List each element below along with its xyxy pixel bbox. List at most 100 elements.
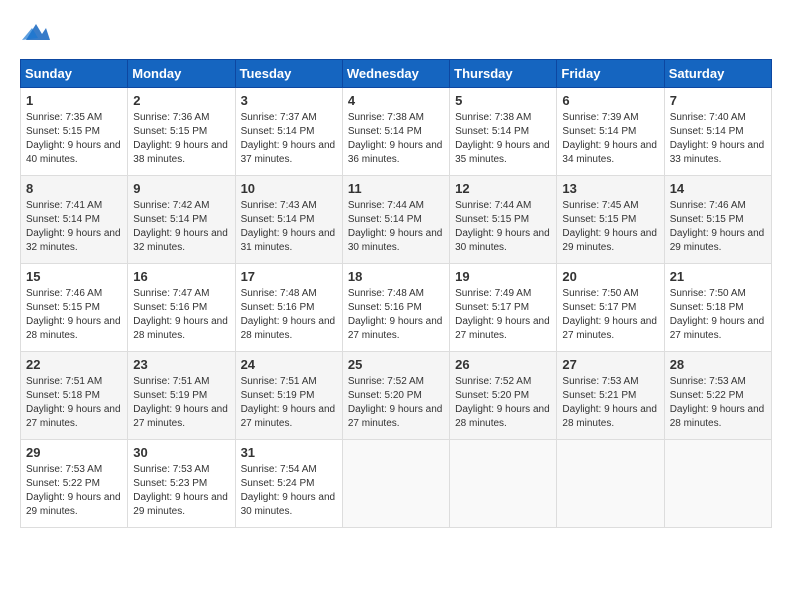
calendar-week-3: 15 Sunrise: 7:46 AM Sunset: 5:15 PM Dayl… [21, 264, 772, 352]
day-number: 24 [241, 357, 337, 372]
logo [20, 20, 54, 49]
calendar-day-1: 1 Sunrise: 7:35 AM Sunset: 5:15 PM Dayli… [21, 88, 128, 176]
calendar-day-9: 9 Sunrise: 7:42 AM Sunset: 5:14 PM Dayli… [128, 176, 235, 264]
calendar-day-23: 23 Sunrise: 7:51 AM Sunset: 5:19 PM Dayl… [128, 352, 235, 440]
empty-cell [342, 440, 449, 528]
calendar-body: 1 Sunrise: 7:35 AM Sunset: 5:15 PM Dayli… [21, 88, 772, 528]
day-number: 26 [455, 357, 551, 372]
calendar-day-8: 8 Sunrise: 7:41 AM Sunset: 5:14 PM Dayli… [21, 176, 128, 264]
day-info: Sunrise: 7:53 AM Sunset: 5:23 PM Dayligh… [133, 463, 229, 519]
day-info: Sunrise: 7:50 AM Sunset: 5:17 PM Dayligh… [562, 287, 658, 343]
day-number: 15 [26, 269, 122, 284]
day-info: Sunrise: 7:39 AM Sunset: 5:14 PM Dayligh… [562, 111, 658, 167]
calendar-header-thursday: Thursday [450, 60, 557, 88]
calendar-header-tuesday: Tuesday [235, 60, 342, 88]
day-info: Sunrise: 7:52 AM Sunset: 5:20 PM Dayligh… [455, 375, 551, 431]
calendar-week-1: 1 Sunrise: 7:35 AM Sunset: 5:15 PM Dayli… [21, 88, 772, 176]
day-number: 27 [562, 357, 658, 372]
day-number: 7 [670, 93, 766, 108]
day-number: 14 [670, 181, 766, 196]
day-info: Sunrise: 7:44 AM Sunset: 5:15 PM Dayligh… [455, 199, 551, 255]
calendar-day-25: 25 Sunrise: 7:52 AM Sunset: 5:20 PM Dayl… [342, 352, 449, 440]
day-info: Sunrise: 7:44 AM Sunset: 5:14 PM Dayligh… [348, 199, 444, 255]
calendar-day-6: 6 Sunrise: 7:39 AM Sunset: 5:14 PM Dayli… [557, 88, 664, 176]
day-info: Sunrise: 7:46 AM Sunset: 5:15 PM Dayligh… [670, 199, 766, 255]
day-number: 4 [348, 93, 444, 108]
calendar-day-11: 11 Sunrise: 7:44 AM Sunset: 5:14 PM Dayl… [342, 176, 449, 264]
day-number: 18 [348, 269, 444, 284]
calendar-day-14: 14 Sunrise: 7:46 AM Sunset: 5:15 PM Dayl… [664, 176, 771, 264]
day-number: 17 [241, 269, 337, 284]
day-number: 25 [348, 357, 444, 372]
day-info: Sunrise: 7:40 AM Sunset: 5:14 PM Dayligh… [670, 111, 766, 167]
calendar-day-20: 20 Sunrise: 7:50 AM Sunset: 5:17 PM Dayl… [557, 264, 664, 352]
empty-cell [450, 440, 557, 528]
calendar-day-29: 29 Sunrise: 7:53 AM Sunset: 5:22 PM Dayl… [21, 440, 128, 528]
calendar-header-monday: Monday [128, 60, 235, 88]
day-info: Sunrise: 7:46 AM Sunset: 5:15 PM Dayligh… [26, 287, 122, 343]
day-number: 5 [455, 93, 551, 108]
day-number: 28 [670, 357, 766, 372]
day-info: Sunrise: 7:53 AM Sunset: 5:22 PM Dayligh… [670, 375, 766, 431]
calendar-day-2: 2 Sunrise: 7:36 AM Sunset: 5:15 PM Dayli… [128, 88, 235, 176]
calendar-header-saturday: Saturday [664, 60, 771, 88]
calendar-day-15: 15 Sunrise: 7:46 AM Sunset: 5:15 PM Dayl… [21, 264, 128, 352]
day-info: Sunrise: 7:38 AM Sunset: 5:14 PM Dayligh… [455, 111, 551, 167]
calendar-day-7: 7 Sunrise: 7:40 AM Sunset: 5:14 PM Dayli… [664, 88, 771, 176]
day-info: Sunrise: 7:47 AM Sunset: 5:16 PM Dayligh… [133, 287, 229, 343]
calendar-day-28: 28 Sunrise: 7:53 AM Sunset: 5:22 PM Dayl… [664, 352, 771, 440]
empty-cell [664, 440, 771, 528]
calendar-day-27: 27 Sunrise: 7:53 AM Sunset: 5:21 PM Dayl… [557, 352, 664, 440]
day-info: Sunrise: 7:36 AM Sunset: 5:15 PM Dayligh… [133, 111, 229, 167]
day-number: 1 [26, 93, 122, 108]
calendar-day-10: 10 Sunrise: 7:43 AM Sunset: 5:14 PM Dayl… [235, 176, 342, 264]
day-number: 6 [562, 93, 658, 108]
day-number: 8 [26, 181, 122, 196]
day-info: Sunrise: 7:51 AM Sunset: 5:18 PM Dayligh… [26, 375, 122, 431]
day-info: Sunrise: 7:38 AM Sunset: 5:14 PM Dayligh… [348, 111, 444, 167]
day-number: 10 [241, 181, 337, 196]
calendar-week-4: 22 Sunrise: 7:51 AM Sunset: 5:18 PM Dayl… [21, 352, 772, 440]
day-number: 13 [562, 181, 658, 196]
day-info: Sunrise: 7:51 AM Sunset: 5:19 PM Dayligh… [133, 375, 229, 431]
day-number: 3 [241, 93, 337, 108]
day-info: Sunrise: 7:54 AM Sunset: 5:24 PM Dayligh… [241, 463, 337, 519]
logo-bird-icon [22, 20, 50, 44]
calendar-day-22: 22 Sunrise: 7:51 AM Sunset: 5:18 PM Dayl… [21, 352, 128, 440]
calendar-day-13: 13 Sunrise: 7:45 AM Sunset: 5:15 PM Dayl… [557, 176, 664, 264]
day-info: Sunrise: 7:45 AM Sunset: 5:15 PM Dayligh… [562, 199, 658, 255]
calendar-week-2: 8 Sunrise: 7:41 AM Sunset: 5:14 PM Dayli… [21, 176, 772, 264]
calendar-day-30: 30 Sunrise: 7:53 AM Sunset: 5:23 PM Dayl… [128, 440, 235, 528]
day-info: Sunrise: 7:35 AM Sunset: 5:15 PM Dayligh… [26, 111, 122, 167]
day-info: Sunrise: 7:50 AM Sunset: 5:18 PM Dayligh… [670, 287, 766, 343]
day-info: Sunrise: 7:51 AM Sunset: 5:19 PM Dayligh… [241, 375, 337, 431]
calendar-header-row: SundayMondayTuesdayWednesdayThursdayFrid… [21, 60, 772, 88]
day-info: Sunrise: 7:48 AM Sunset: 5:16 PM Dayligh… [348, 287, 444, 343]
calendar-day-24: 24 Sunrise: 7:51 AM Sunset: 5:19 PM Dayl… [235, 352, 342, 440]
day-number: 12 [455, 181, 551, 196]
day-info: Sunrise: 7:43 AM Sunset: 5:14 PM Dayligh… [241, 199, 337, 255]
calendar-day-12: 12 Sunrise: 7:44 AM Sunset: 5:15 PM Dayl… [450, 176, 557, 264]
calendar-day-26: 26 Sunrise: 7:52 AM Sunset: 5:20 PM Dayl… [450, 352, 557, 440]
calendar-day-18: 18 Sunrise: 7:48 AM Sunset: 5:16 PM Dayl… [342, 264, 449, 352]
day-number: 9 [133, 181, 229, 196]
day-info: Sunrise: 7:42 AM Sunset: 5:14 PM Dayligh… [133, 199, 229, 255]
calendar-day-17: 17 Sunrise: 7:48 AM Sunset: 5:16 PM Dayl… [235, 264, 342, 352]
day-number: 16 [133, 269, 229, 284]
day-info: Sunrise: 7:53 AM Sunset: 5:21 PM Dayligh… [562, 375, 658, 431]
empty-cell [557, 440, 664, 528]
day-number: 23 [133, 357, 229, 372]
page-header [20, 20, 772, 49]
day-info: Sunrise: 7:49 AM Sunset: 5:17 PM Dayligh… [455, 287, 551, 343]
day-number: 29 [26, 445, 122, 460]
calendar-day-19: 19 Sunrise: 7:49 AM Sunset: 5:17 PM Dayl… [450, 264, 557, 352]
day-number: 22 [26, 357, 122, 372]
day-info: Sunrise: 7:41 AM Sunset: 5:14 PM Dayligh… [26, 199, 122, 255]
calendar-day-5: 5 Sunrise: 7:38 AM Sunset: 5:14 PM Dayli… [450, 88, 557, 176]
day-number: 21 [670, 269, 766, 284]
calendar-header-friday: Friday [557, 60, 664, 88]
day-info: Sunrise: 7:53 AM Sunset: 5:22 PM Dayligh… [26, 463, 122, 519]
day-number: 30 [133, 445, 229, 460]
calendar-week-5: 29 Sunrise: 7:53 AM Sunset: 5:22 PM Dayl… [21, 440, 772, 528]
calendar-header-sunday: Sunday [21, 60, 128, 88]
